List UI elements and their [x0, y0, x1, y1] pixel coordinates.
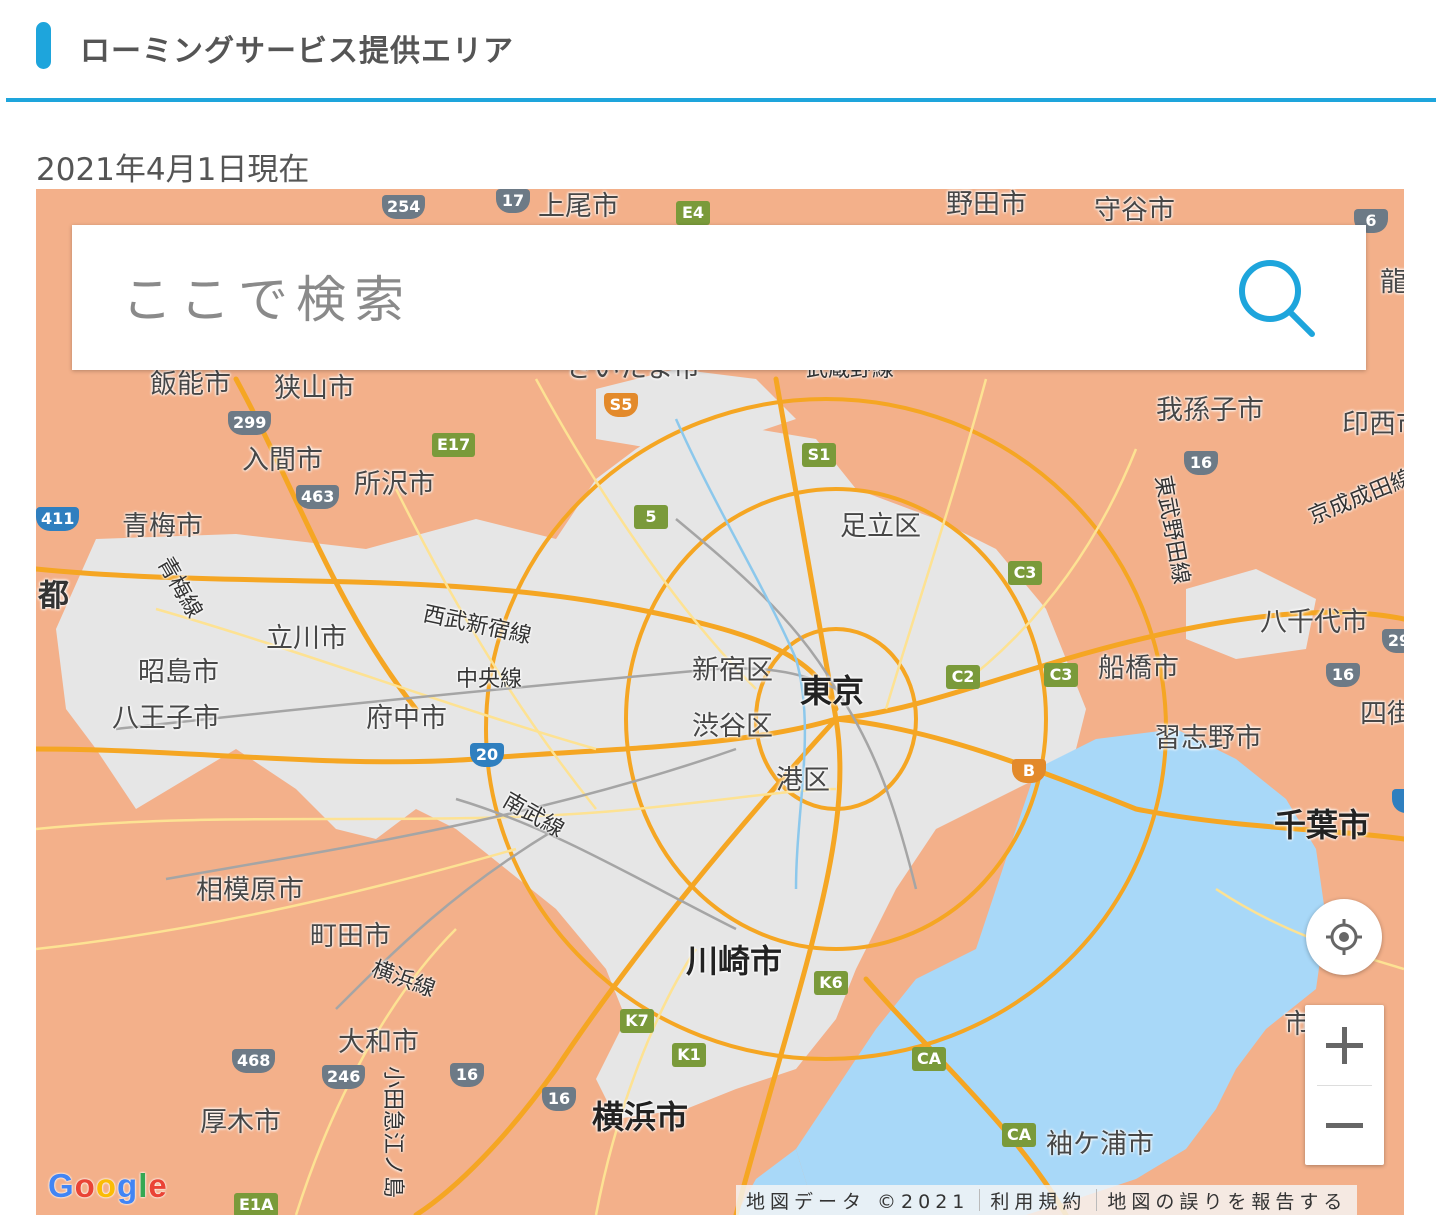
- header-divider: [6, 98, 1436, 102]
- my-location-button[interactable]: [1306, 899, 1382, 975]
- map-label: 足立区: [840, 511, 921, 542]
- section-header: ローミングサービス提供エリア: [6, 0, 1437, 100]
- map-label: 川崎市: [686, 942, 783, 980]
- map-label: 野田市: [946, 189, 1027, 220]
- route-shield: 246: [322, 1065, 366, 1089]
- map-label: 厚木市: [200, 1107, 281, 1138]
- route-shield: 20: [470, 743, 504, 767]
- map-label: 飯能市: [150, 369, 231, 400]
- report-map-error-link[interactable]: 地図の誤りを報告する: [1097, 1187, 1357, 1214]
- route-shield: CA: [912, 1047, 947, 1071]
- route-shield: 16: [1326, 663, 1360, 687]
- route-shield: 16: [542, 1087, 576, 1111]
- map-label: 港区: [776, 765, 830, 796]
- plus-icon: [1326, 1027, 1363, 1064]
- map-label: 入間市: [242, 445, 323, 476]
- route-shield: C3: [1044, 663, 1078, 687]
- map-label: 立川市: [266, 623, 347, 654]
- map-label: 印西市: [1342, 409, 1404, 440]
- route-shield: E17: [432, 433, 476, 457]
- search-button[interactable]: [1232, 255, 1322, 345]
- map-label: 龍: [1380, 267, 1404, 298]
- route-shield: CA: [1002, 1123, 1037, 1147]
- map-label: 習志野市: [1154, 723, 1262, 754]
- my-location-icon: [1326, 919, 1362, 955]
- route-shield: 17: [496, 189, 530, 213]
- route-shield: S1: [802, 443, 836, 467]
- map-label: 町田市: [310, 921, 391, 952]
- map-label: 八千代市: [1260, 607, 1368, 638]
- map-label: 東京: [800, 672, 865, 710]
- roaming-area-map[interactable]: 上尾市 野田市 守谷市 龍 飯能市 狭山市 さいたま市 我孫子市 印西市 入間市…: [36, 189, 1404, 1215]
- route-shield: K6: [814, 971, 848, 995]
- map-label: 袖ケ浦市: [1046, 1129, 1154, 1160]
- as-of-date: 2021年4月1日現在: [36, 152, 310, 188]
- map-label: 青梅市: [122, 511, 203, 542]
- route-shield: 299: [228, 411, 272, 435]
- route-shield: 411: [36, 507, 80, 531]
- map-label: 横浜市: [592, 1098, 689, 1136]
- map-label: 中央線: [456, 667, 523, 692]
- route-shield: C2: [946, 665, 980, 689]
- map-label: 新宿区: [692, 655, 773, 686]
- map-label: 昭島市: [138, 657, 219, 688]
- map-label: 船橋市: [1098, 653, 1179, 684]
- zoom-controls: [1305, 1005, 1384, 1165]
- zoom-out-button[interactable]: [1305, 1085, 1384, 1165]
- zoom-in-button[interactable]: [1305, 1005, 1384, 1085]
- route-shield: B: [1012, 759, 1046, 783]
- map-label: 府中市: [366, 703, 447, 734]
- route-shield: E1A: [234, 1193, 279, 1215]
- route-shield: 463: [296, 485, 340, 509]
- map-search-box: [72, 225, 1366, 370]
- map-label: 渋谷区: [692, 711, 773, 742]
- terms-link[interactable]: 利用規約: [980, 1187, 1096, 1214]
- route-shield: 468: [232, 1049, 276, 1073]
- map-label: 都: [38, 578, 69, 614]
- route-shield: 5: [634, 505, 668, 529]
- route-shield: 16: [450, 1063, 484, 1087]
- map-label: 小田急江ノ島: [380, 1065, 406, 1199]
- route-shield: E4: [676, 201, 710, 225]
- route-shield: 254: [382, 195, 426, 219]
- map-label: 相模原市: [196, 875, 304, 906]
- map-label: 大和市: [338, 1027, 419, 1058]
- map-label: 四街: [1360, 699, 1404, 730]
- search-icon: [1239, 260, 1315, 337]
- header-accent-bar: [36, 22, 51, 69]
- minus-icon: [1326, 1123, 1363, 1128]
- map-label: 守谷市: [1094, 195, 1175, 226]
- map-attribution-bar: 地図データ ©2021 利用規約 地図の誤りを報告する: [736, 1185, 1358, 1215]
- route-shield: C3: [1008, 561, 1042, 585]
- route-shield: S5: [604, 393, 638, 417]
- route-shield: 16: [1184, 451, 1218, 475]
- google-logo[interactable]: Google: [48, 1167, 168, 1205]
- map-label: 上尾市: [538, 191, 619, 222]
- map-label: 狭山市: [274, 373, 355, 404]
- map-label: 我孫子市: [1156, 395, 1264, 426]
- map-search-input[interactable]: [120, 259, 1204, 341]
- route-shield: K1: [672, 1043, 706, 1067]
- section-title: ローミングサービス提供エリア: [80, 34, 514, 69]
- route-shield: K7: [620, 1009, 654, 1033]
- map-label: 千葉市: [1274, 806, 1371, 844]
- map-label: 八王子市: [112, 703, 220, 734]
- map-data-attribution: 地図データ ©2021: [746, 1190, 970, 1213]
- map-label: 所沢市: [354, 469, 435, 500]
